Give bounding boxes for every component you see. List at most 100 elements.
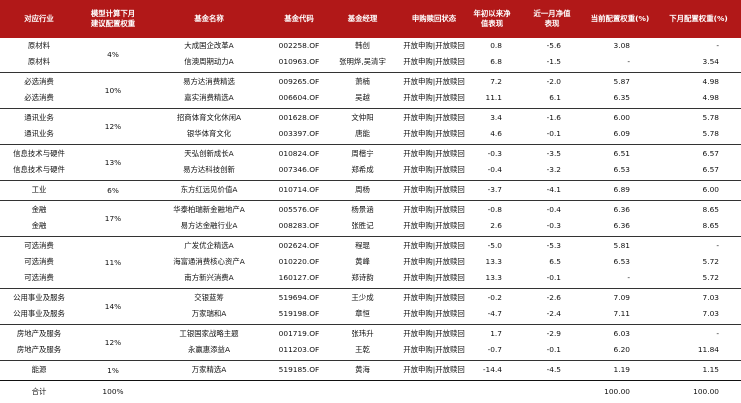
cell-status: 开放申购|开放赎回 [403,57,465,66]
cell-1m: -2.4 [546,309,561,318]
group-divider [0,288,741,289]
cell-1m: -1.5 [546,57,561,66]
cell-next-weight: 6.00 [702,185,719,194]
cell-industry: 必选消费 [24,93,54,102]
cell-fund-code: 010824.OF [278,149,320,158]
cell-next-weight: 5.78 [702,113,719,122]
cell-status: 开放申购|开放赎回 [403,257,465,266]
cell-current-weight: 6.51 [613,149,630,158]
cell-current-weight: 6.53 [613,257,630,266]
cell-fund-code: 003397.OF [278,129,320,138]
cell-fund-code: 010220.OF [278,257,320,266]
fund-allocation-table: 对应行业 模型计算下月 建议配置权重 基金名称 基金代码 基金经理 申购赎回状态… [0,0,741,403]
cell-fund-code: 001719.OF [278,329,320,338]
cell-current-weight: - [627,273,630,282]
cell-industry: 可选消费 [24,273,54,282]
cell-fund-name: 银华体育文化 [186,129,232,138]
cell-next-weight: 8.65 [702,221,719,230]
cell-manager: 张玮升 [351,329,374,338]
cell-manager: 黄峰 [355,257,370,266]
cell-current-weight: 7.11 [613,309,630,318]
cell-industry: 能源 [31,365,47,374]
total-row: 合计 100% 100.00 100.00 [0,384,741,400]
cell-1m: -0.1 [546,345,561,354]
cell-next-weight: 8.65 [702,205,719,214]
cell-ytd: -4.7 [487,309,502,318]
cell-next-weight: 3.54 [702,57,719,66]
cell-current-weight: 3.08 [613,41,630,50]
cell-industry: 金融 [31,205,47,214]
cell-1m: -4.5 [546,365,561,374]
cell-current-weight: 1.19 [613,365,630,374]
cell-fund-code: 011203.OF [278,345,320,354]
cell-fund-name: 永赢惠添益A [187,345,230,354]
cell-current-weight: 6.20 [613,345,630,354]
cell-ytd: -14.4 [482,365,502,374]
cell-1m: 6.1 [549,93,561,102]
cell-ytd: 7.2 [490,77,502,86]
cell-next-weight: - [716,41,719,50]
cell-current-weight: 6.36 [613,205,630,214]
cell-fund-name: 海富通消费核心资产A [173,257,245,266]
total-suggested-weight: 100% [102,387,124,396]
cell-industry: 信息技术与硬件 [13,149,65,158]
cell-status: 开放申购|开放赎回 [403,165,465,174]
cell-suggested-weight: 6% [107,185,119,195]
cell-next-weight: 4.98 [702,77,719,86]
cell-next-weight: 7.03 [702,293,719,302]
cell-1m: -3.2 [546,165,561,174]
cell-1m: -1.6 [546,113,561,122]
group-divider [0,380,741,381]
cell-industry: 原材料 [27,41,51,50]
cell-industry: 房地产及服务 [16,345,62,354]
cell-status: 开放申购|开放赎回 [403,149,465,158]
cell-status: 开放申购|开放赎回 [403,129,465,138]
cell-current-weight: 6.35 [613,93,630,102]
cell-fund-name: 易方达消费精选 [183,77,235,86]
cell-next-weight: 6.57 [702,149,719,158]
group-divider [0,180,741,181]
cell-ytd: 4.6 [490,129,502,138]
cell-current-weight: 6.00 [613,113,630,122]
cell-industry: 通讯业务 [24,129,54,138]
cell-status: 开放申购|开放赎回 [403,205,465,214]
cell-ytd: 1.7 [490,329,502,338]
cell-1m: -5.6 [546,41,561,50]
cell-industry: 通讯业务 [24,113,54,122]
cell-ytd: -5.0 [487,241,502,250]
cell-suggested-weight: 11% [104,257,122,267]
cell-manager: 周楷宁 [351,149,374,158]
cell-status: 开放申购|开放赎回 [403,221,465,230]
header-1m: 近一月净值 表现 [533,9,571,28]
cell-fund-name: 嘉实消费精选A [184,93,234,102]
cell-status: 开放申购|开放赎回 [403,345,465,354]
cell-industry: 公用事业及服务 [13,293,65,302]
cell-manager: 程琨 [355,241,370,250]
header-fund-name: 基金名称 [194,14,224,23]
cell-manager: 黄海 [355,365,370,374]
cell-suggested-weight: 13% [104,157,122,167]
cell-current-weight: 6.36 [613,221,630,230]
cell-manager: 韩创 [355,41,370,50]
cell-current-weight: 5.87 [613,77,630,86]
cell-industry: 原材料 [27,57,51,66]
cell-ytd: -0.8 [487,205,502,214]
cell-fund-name: 东方红远见价值A [180,185,238,194]
cell-manager: 唐能 [355,129,370,138]
cell-status: 开放申购|开放赎回 [403,93,465,102]
cell-next-weight: 6.57 [702,165,719,174]
cell-1m: -0.3 [546,221,561,230]
cell-1m: -2.9 [546,329,561,338]
cell-manager: 章恒 [355,309,370,318]
cell-fund-code: 006604.OF [278,93,320,102]
cell-industry: 金融 [31,221,47,230]
cell-suggested-weight: 17% [104,213,122,223]
cell-status: 开放申购|开放赎回 [403,273,465,282]
cell-ytd: 0.8 [490,41,502,50]
cell-current-weight: 5.81 [613,241,630,250]
cell-1m: -0.1 [546,129,561,138]
cell-1m: -2.0 [546,77,561,86]
header-industry: 对应行业 [24,14,54,23]
cell-next-weight: - [716,241,719,250]
header-next-weight: 下月配置权重(%) [669,14,728,23]
